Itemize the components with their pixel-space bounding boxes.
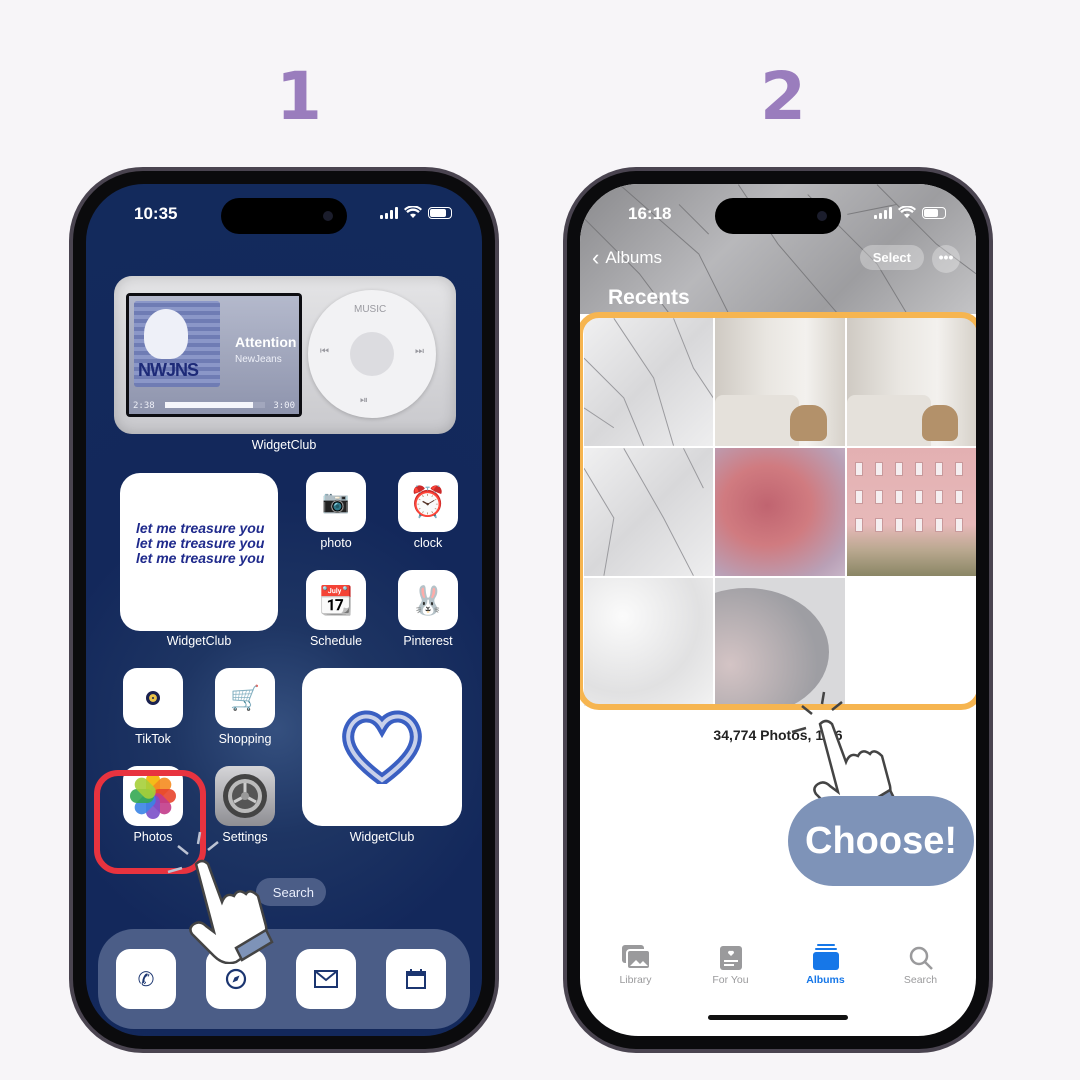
tab-albums[interactable]: Albums [786,942,866,986]
search-pill[interactable]: Search [256,878,326,906]
widget-label: WidgetClub [349,830,415,844]
song-progress [165,402,265,408]
dock: ✆ [98,929,470,1029]
phone-icon: ✆ [137,968,155,991]
wifi-icon [898,206,916,218]
chevron-left-icon: ‹ [592,245,600,270]
text-widget[interactable]: let me treasure you let me treasure you … [120,473,278,631]
next-icon[interactable]: ⏭ [415,346,424,357]
photos-highlight-box [94,770,206,874]
app-label-photo: photo [320,536,352,550]
heart-icon [342,710,422,784]
home-screen: 10:35 NWJNS Attention NewJeans 2:38 3:00… [86,184,482,1036]
phone-home-screen: 10:35 NWJNS Attention NewJeans 2:38 3:00… [69,167,499,1053]
photos-screen: 16:18 ‹ Albums Select ••• Recents 34,774… [580,184,976,1036]
bunny-figure-icon: 🐰 [410,584,446,616]
dynamic-island [715,198,841,234]
tab-bar: Library For You Albums Search [580,942,976,986]
signal-icon [380,206,398,219]
settings-gear-icon [223,774,267,818]
app-photo[interactable]: 📷 [306,472,366,532]
alarm-clock-icon: ⏰ [409,485,447,519]
photo-count: 34,774 Photos, 1,36 [713,727,843,743]
app-label-tiktok: TikTok [135,732,171,746]
music-widget[interactable]: NWJNS Attention NewJeans 2:38 3:00 MUSIC… [114,276,456,434]
app-schedule[interactable]: 📆 [306,570,366,630]
battery-icon [428,206,452,219]
dock-safari[interactable] [206,949,266,1009]
previous-icon[interactable]: ⏮ [320,346,329,357]
status-icons [874,206,946,219]
widget-label: WidgetClub [251,438,317,452]
compass-icon [225,968,247,990]
status-time: 16:18 [628,204,672,223]
tab-search[interactable]: Search [881,942,961,986]
library-icon [621,945,651,970]
step-number-1: 1 [276,58,322,135]
search-icon [909,946,933,970]
phone-photos-app: 16:18 ‹ Albums Select ••• Recents 34,774… [563,167,993,1053]
status-time: 10:35 [134,204,178,223]
dynamic-island [221,198,347,234]
choose-callout: Choose! [788,796,974,886]
play-pause-icon[interactable]: ⏯ [360,395,368,406]
photos-highlight-box [580,312,976,710]
eight-ball-icon [146,691,160,705]
dock-calendar[interactable] [386,949,446,1009]
dock-phone[interactable]: ✆ [116,949,176,1009]
signal-icon [874,206,892,219]
tab-library[interactable]: Library [596,942,676,986]
app-clock[interactable]: ⏰ [398,472,458,532]
instant-camera-icon: 📷 [322,489,350,514]
back-to-albums-button[interactable]: ‹ Albums [592,245,662,270]
app-label-schedule: Schedule [309,634,363,648]
desk-calendar-icon: 📆 [318,584,354,616]
calendar-icon [406,969,426,989]
wheel-music-label: MUSIC [354,304,387,315]
tab-for-you[interactable]: For You [691,942,771,986]
albums-icon [812,944,839,970]
page-title: Recents [608,286,690,309]
app-pinterest[interactable]: 🐰 [398,570,458,630]
more-options-button[interactable]: ••• [932,245,960,273]
app-shopping[interactable]: 🛒 [215,668,275,728]
album-art: NWJNS [134,301,220,387]
song-title: Attention [235,334,297,350]
step-number-2: 2 [760,58,806,135]
app-settings[interactable] [215,766,275,826]
battery-icon [922,206,946,219]
app-label-clock: clock [413,536,443,550]
wifi-icon [404,206,422,218]
total-time: 3:00 [273,401,295,411]
status-icons [380,206,452,219]
shopping-cart-icon: 🛒 [230,684,260,712]
widget-label: WidgetClub [166,634,232,648]
app-label-shopping: Shopping [218,732,272,746]
app-label-settings: Settings [222,830,268,844]
elapsed-time: 2:38 [133,401,155,411]
home-indicator[interactable] [708,1015,848,1020]
heart-widget[interactable] [302,668,462,826]
mail-icon [314,970,338,988]
select-button[interactable]: Select [859,245,924,270]
app-tiktok[interactable] [123,668,183,728]
for-you-icon [719,946,742,970]
wheel-center-button[interactable] [350,332,394,376]
click-wheel[interactable]: MUSIC ⏮ ⏭ ⏯ [308,290,436,418]
app-label-pinterest: Pinterest [403,634,453,648]
song-artist: NewJeans [235,354,282,365]
dock-mail[interactable] [296,949,356,1009]
